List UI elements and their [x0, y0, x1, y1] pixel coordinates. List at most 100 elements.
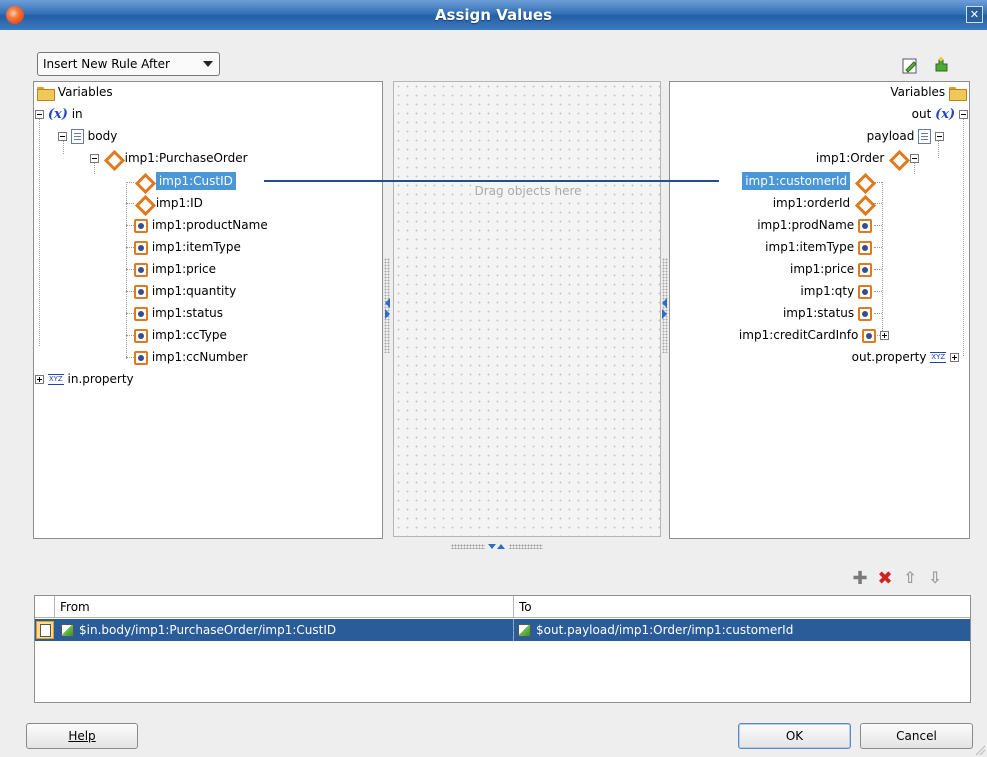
source-node-label: imp1:CustID [155, 172, 236, 190]
window-resize-grip[interactable] [973, 743, 985, 755]
target-order-node[interactable]: imp1:Order [816, 148, 919, 168]
rule-wizard-icon[interactable] [933, 56, 951, 74]
source-node-label: imp1:status [151, 306, 224, 320]
panel-resize-grip[interactable] [451, 543, 547, 549]
attribute-icon [134, 240, 148, 255]
target-payload-node[interactable]: payload [867, 126, 944, 146]
element-icon [854, 175, 872, 188]
attribute-icon [134, 284, 148, 299]
to-column-header[interactable]: To [514, 596, 970, 618]
target-node-label: imp1:creditCardInfo [738, 328, 859, 342]
element-icon [854, 197, 872, 210]
element-icon [134, 197, 152, 210]
source-purchaseorder-node[interactable]: imp1:PurchaseOrder [90, 148, 248, 168]
source-node-label: imp1:price [151, 262, 217, 276]
help-button[interactable]: Help [26, 723, 138, 749]
expand-icon[interactable] [950, 353, 959, 362]
target-out-property-node[interactable]: out.property XYZ [852, 347, 959, 367]
expand-right-arrow-icon[interactable] [662, 309, 667, 319]
source-node-id[interactable]: imp1:ID [134, 193, 203, 213]
target-out-node[interactable]: out (x) [912, 104, 968, 124]
source-node-status[interactable]: imp1:status [134, 303, 223, 323]
element-icon [103, 152, 121, 165]
collapse-down-icon[interactable] [488, 544, 496, 549]
move-up-button[interactable]: ⇧ [901, 568, 919, 587]
target-node-orderid[interactable]: imp1:orderId [773, 193, 872, 213]
collapse-icon[interactable] [58, 132, 67, 141]
attribute-icon [858, 240, 872, 255]
collapse-icon[interactable] [35, 110, 44, 119]
delete-rule-button[interactable]: ✖ [876, 568, 894, 589]
folder-open-icon [37, 86, 55, 101]
source-node-quantity[interactable]: imp1:quantity [134, 281, 236, 301]
target-node-status[interactable]: imp1:status [783, 303, 872, 323]
target-out-property-label: out.property [851, 350, 927, 364]
target-node-itemtype[interactable]: imp1:itemType [765, 237, 872, 257]
collapse-icon[interactable] [90, 154, 99, 163]
mapping-connector-line-end[interactable] [595, 180, 719, 182]
from-column-header[interactable]: From [55, 596, 514, 618]
collapse-right-arrow-icon[interactable] [662, 298, 667, 308]
target-out-label: out [911, 107, 932, 121]
source-node-price[interactable]: imp1:price [134, 259, 216, 279]
close-button[interactable]: ✕ [966, 6, 983, 23]
to-cell[interactable]: $out.payload/imp1:Order/imp1:customerId [514, 619, 970, 641]
cancel-button[interactable]: Cancel [860, 723, 973, 749]
source-in-property-label: in.property [67, 372, 134, 386]
mapping-connector-line[interactable] [264, 180, 595, 182]
attribute-icon [858, 306, 872, 321]
source-node-ccnumber[interactable]: imp1:ccNumber [134, 347, 248, 367]
target-payload-label: payload [866, 129, 915, 143]
source-in-property-node[interactable]: XYZ in.property [35, 369, 134, 389]
collapse-icon[interactable] [910, 154, 919, 163]
target-node-prodname[interactable]: imp1:prodName [757, 215, 872, 235]
expression-drop-area[interactable]: Drag objects here [393, 81, 661, 537]
target-node-label: imp1:itemType [765, 240, 855, 254]
source-node-productname[interactable]: imp1:productName [134, 215, 268, 235]
target-node-label: imp1:price [789, 262, 855, 276]
from-cell[interactable]: $in.body/imp1:PurchaseOrder/imp1:CustID [57, 619, 514, 641]
collapse-icon[interactable] [959, 110, 968, 119]
target-node-label: imp1:customerId [742, 172, 851, 190]
target-node-label: imp1:qty [800, 284, 855, 298]
attribute-icon [858, 218, 872, 233]
row-selector-icon[interactable] [36, 621, 54, 639]
element-icon [888, 152, 906, 165]
move-down-button[interactable]: ⇩ [926, 568, 944, 587]
ok-button[interactable]: OK [738, 723, 851, 749]
table-header: From To [35, 596, 970, 618]
expand-icon[interactable] [35, 375, 44, 384]
target-node-customerid[interactable]: imp1:customerId [742, 171, 872, 191]
target-node-creditcardinfo[interactable]: imp1:creditCardInfo [739, 325, 889, 345]
expand-icon[interactable] [880, 331, 889, 340]
chevron-down-icon [203, 61, 213, 67]
source-variables-root[interactable]: Variables [37, 82, 113, 102]
source-node-label: imp1:productName [151, 218, 268, 232]
insert-rule-dropdown[interactable]: Insert New Rule After [37, 52, 220, 76]
target-node-price[interactable]: imp1:price [790, 259, 872, 279]
target-variables-root[interactable]: Variables [890, 82, 967, 102]
folder-open-icon [949, 86, 967, 101]
source-node-cctype[interactable]: imp1:ccType [134, 325, 227, 345]
row-selector-header [35, 596, 55, 618]
source-in-label: in [71, 107, 83, 121]
collapse-icon[interactable] [935, 132, 944, 141]
add-rule-button[interactable]: ✚ [851, 568, 869, 589]
source-node-itemtype[interactable]: imp1:itemType [134, 237, 241, 257]
edit-expression-icon[interactable] [901, 57, 919, 75]
table-row[interactable]: $in.body/imp1:PurchaseOrder/imp1:CustID … [35, 619, 970, 641]
source-in-node[interactable]: (x) in [35, 104, 83, 124]
source-node-custid[interactable]: imp1:CustID [134, 171, 236, 191]
source-body-node[interactable]: body [58, 126, 117, 146]
target-node-qty[interactable]: imp1:qty [800, 281, 872, 301]
target-tree-panel: Variables out (x) payload imp1:Order imp… [669, 81, 970, 539]
expand-up-icon[interactable] [497, 544, 505, 549]
attribute-icon [134, 262, 148, 277]
expand-left-arrow-icon[interactable] [385, 309, 390, 319]
attribute-icon [134, 306, 148, 321]
target-node-label: imp1:orderId [772, 196, 851, 210]
property-icon: XYZ [47, 374, 64, 385]
source-node-label: imp1:quantity [151, 284, 237, 298]
collapse-left-arrow-icon[interactable] [385, 298, 390, 308]
help-button-label: Help [68, 729, 96, 743]
